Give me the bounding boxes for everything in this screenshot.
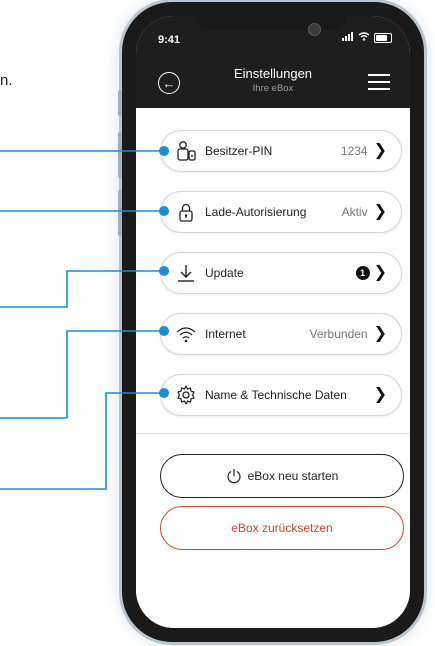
chevron-right-icon: ❯ bbox=[373, 386, 387, 403]
settings-item-internet[interactable]: Internet Verbunden ❯ bbox=[160, 313, 402, 355]
status-icons bbox=[342, 32, 392, 44]
menu-button[interactable] bbox=[368, 74, 390, 90]
restart-button-label: eBox neu starten bbox=[247, 469, 339, 483]
settings-content: Besitzer-PIN 1234 ❯ Lade-Autorisierung A… bbox=[136, 108, 410, 628]
phone-frame: 9:41 ← Einstellungen Ihre eBox Besitzer-… bbox=[118, 2, 424, 642]
camera-icon bbox=[308, 23, 321, 36]
volume-down-button bbox=[118, 190, 122, 236]
notch bbox=[196, 16, 346, 30]
gear-icon bbox=[175, 384, 197, 406]
reset-button-label: eBox zurücksetzen bbox=[231, 521, 333, 535]
callout-dot bbox=[159, 146, 169, 156]
edge-text: n. bbox=[0, 72, 13, 89]
callout-dot bbox=[159, 206, 169, 216]
status-time: 9:41 bbox=[158, 34, 181, 46]
download-icon bbox=[175, 262, 197, 284]
settings-item-owner-pin[interactable]: Besitzer-PIN 1234 ❯ bbox=[160, 130, 402, 172]
settings-item-label: Update bbox=[205, 266, 244, 280]
mute-switch bbox=[118, 90, 122, 116]
update-count-badge: 1 bbox=[355, 266, 370, 280]
divider bbox=[136, 433, 410, 434]
settings-item-label: Name & Technische Daten bbox=[205, 388, 347, 402]
battery-icon bbox=[374, 33, 392, 43]
settings-item-name-technical-data[interactable]: Name & Technische Daten ❯ bbox=[160, 374, 402, 416]
screen: 9:41 ← Einstellungen Ihre eBox Besitzer-… bbox=[136, 16, 410, 628]
settings-item-charge-authorization[interactable]: Lade-Autorisierung Aktiv ❯ bbox=[160, 191, 402, 233]
settings-item-label: Besitzer-PIN bbox=[205, 144, 273, 158]
chevron-right-icon: ❯ bbox=[373, 203, 387, 220]
settings-item-value: Verbunden bbox=[309, 327, 368, 341]
wifi-icon bbox=[175, 323, 197, 345]
power-icon bbox=[226, 468, 242, 484]
wifi-status-icon bbox=[358, 32, 370, 44]
chevron-right-icon: ❯ bbox=[373, 142, 387, 159]
callout-dot bbox=[159, 326, 169, 336]
lock-icon bbox=[175, 201, 197, 223]
reset-button[interactable]: eBox zurücksetzen bbox=[160, 506, 404, 550]
settings-item-value: Aktiv bbox=[341, 205, 368, 219]
restart-button[interactable]: eBox neu starten bbox=[160, 454, 404, 498]
app-header: 9:41 ← Einstellungen Ihre eBox bbox=[136, 16, 410, 108]
signal-icon bbox=[342, 32, 354, 44]
callout-dot bbox=[159, 388, 169, 398]
chevron-right-icon: ❯ bbox=[373, 264, 387, 281]
volume-up-button bbox=[118, 132, 122, 178]
settings-item-label: Internet bbox=[205, 327, 246, 341]
chevron-right-icon: ❯ bbox=[373, 325, 387, 342]
settings-item-label: Lade-Autorisierung bbox=[205, 205, 307, 219]
owner-pin-icon bbox=[175, 140, 197, 162]
settings-item-update[interactable]: Update 1 ❯ bbox=[160, 252, 402, 294]
callout-dot bbox=[159, 266, 169, 276]
settings-item-value: 1234 bbox=[340, 144, 368, 158]
